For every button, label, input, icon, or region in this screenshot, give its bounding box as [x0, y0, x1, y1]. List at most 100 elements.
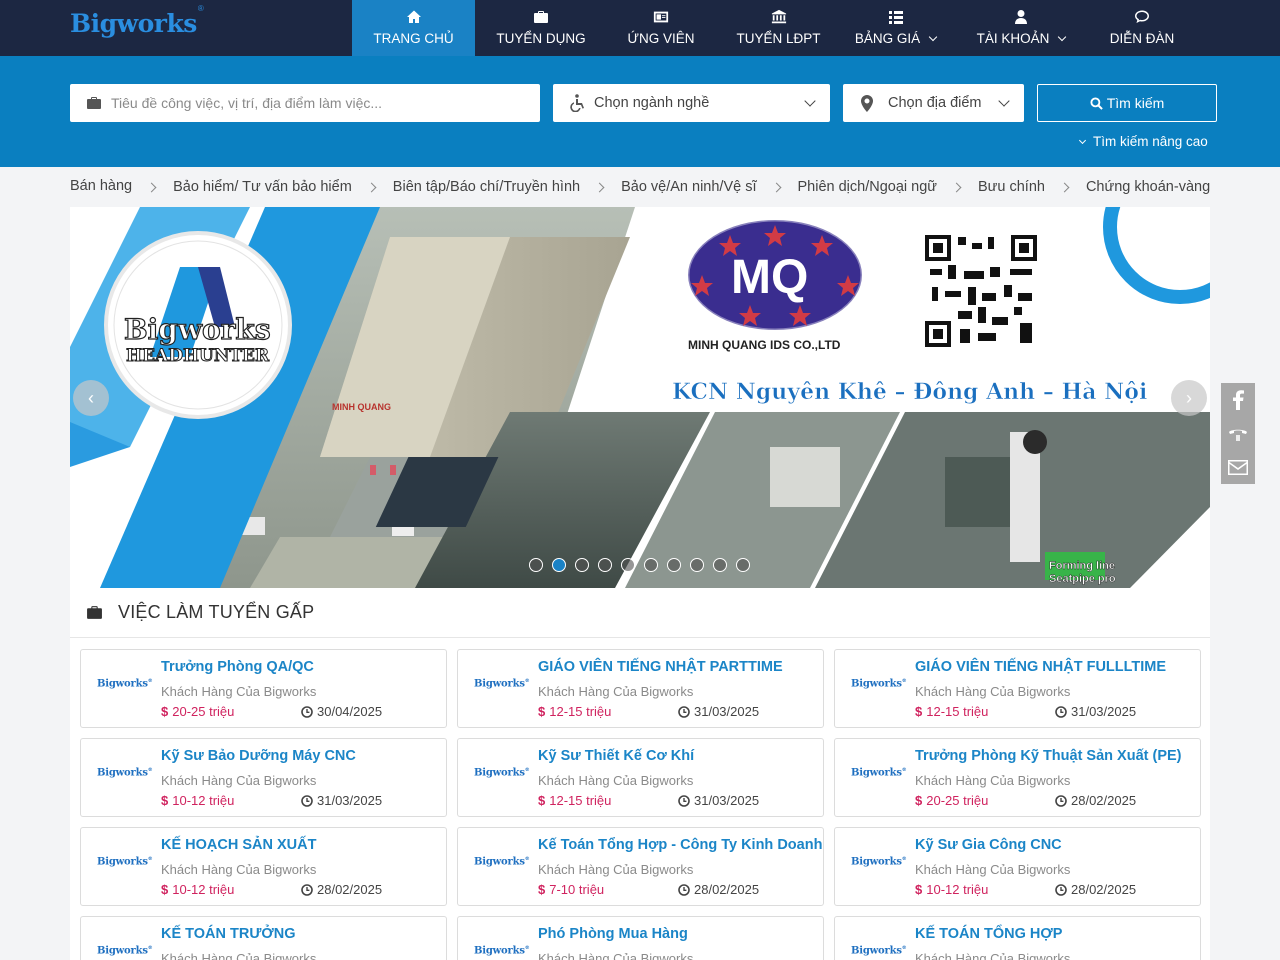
email-icon — [1228, 459, 1248, 475]
company-logo: Bigworks® — [97, 856, 153, 868]
site-logo[interactable]: Bigworks® — [70, 4, 204, 38]
job-title-link[interactable]: Phó Phòng Mua Hàng — [538, 926, 688, 942]
list-icon — [888, 11, 903, 24]
carousel-dot[interactable] — [713, 558, 727, 572]
deadline: 31/03/2025 — [1055, 704, 1136, 719]
company-name: Khách Hàng Của Bigworks — [538, 773, 694, 788]
company-name: Khách Hàng Của Bigworks — [538, 951, 694, 960]
carousel-dot[interactable] — [575, 558, 589, 572]
deadline: 31/03/2025 — [301, 793, 382, 808]
search-button[interactable]: Tìm kiếm — [1037, 84, 1217, 122]
job-title-link[interactable]: Trưởng Phòng QA/QC — [161, 659, 314, 675]
job-card[interactable]: Bigworks® Trưởng Phòng Kỹ Thuật Sản Xuất… — [834, 738, 1201, 817]
category-link[interactable]: Biên tập/Báo chí/Truyền hình — [393, 179, 580, 195]
category-link[interactable]: Chứng khoán-vàng — [1086, 179, 1210, 195]
nav-item-labor[interactable]: TUYỂN LĐPT — [715, 0, 842, 56]
deadline: 28/02/2025 — [1055, 882, 1136, 897]
job-card[interactable]: Bigworks® Kế Toán Tổng Hợp - Công Ty Kin… — [457, 827, 824, 906]
job-title-link[interactable]: KẾ TOÁN TRƯỞNG — [161, 926, 296, 942]
banner-carousel[interactable]: MINH QUANG Bigworks HEADHUNTER MQ MINH Q… — [70, 207, 1210, 588]
carousel-next-button[interactable]: › — [1171, 380, 1207, 416]
carousel-dot[interactable] — [529, 558, 543, 572]
facebook-button[interactable] — [1221, 383, 1255, 417]
dollar-icon: $ — [538, 704, 546, 719]
job-title-link[interactable]: Kỹ Sư Thiết Kế Cơ Khí — [538, 748, 694, 764]
job-card[interactable]: Bigworks® KẾ TOÁN TỔNG HỢP Khách Hàng Củ… — [834, 916, 1201, 960]
category-link[interactable]: Bảo vệ/An ninh/Vệ sĩ — [621, 179, 756, 195]
keyword-search-field[interactable] — [70, 84, 540, 122]
job-title-link[interactable]: Kỹ Sư Bảo Dưỡng Máy CNC — [161, 748, 356, 764]
salary: $10-12 triệu — [161, 793, 235, 808]
category-link[interactable]: Bán hàng — [70, 178, 132, 194]
company-logo: Bigworks® — [851, 678, 907, 690]
nav-item-forum[interactable]: DIỄN ĐÀN — [1093, 0, 1191, 56]
nav-item-pricing[interactable]: BẢNG GIÁ — [842, 0, 949, 56]
nav-item-jobs[interactable]: TUYỂN DỤNG — [475, 0, 607, 56]
nav-item-account[interactable]: TÀI KHOẢN — [949, 0, 1093, 56]
job-card[interactable]: Bigworks® Trưởng Phòng QA/QC Khách Hàng … — [80, 649, 447, 728]
job-title-link[interactable]: GIÁO VIÊN TIẾNG NHẬT FULLLTIME — [915, 659, 1166, 675]
job-title-link[interactable]: Trưởng Phòng Kỹ Thuật Sản Xuất (PE) — [915, 748, 1182, 764]
carousel-dot[interactable] — [552, 558, 566, 572]
company-logo: Bigworks® — [474, 856, 530, 868]
facebook-icon — [1233, 390, 1244, 410]
clock-icon — [301, 883, 313, 896]
deadline: 31/03/2025 — [678, 704, 759, 719]
chevron-down-icon — [1058, 32, 1067, 42]
phone-button[interactable] — [1221, 417, 1255, 451]
category-link[interactable]: Bưu chính — [978, 179, 1045, 195]
job-card[interactable]: Bigworks® Phó Phòng Mua Hàng Khách Hàng … — [457, 916, 824, 960]
nav-item-home[interactable]: TRANG CHỦ — [352, 0, 475, 56]
keyword-search-input[interactable] — [111, 95, 531, 111]
job-title-link[interactable]: Kỹ Sư Gia Công CNC — [915, 837, 1062, 853]
job-card[interactable]: Bigworks® Kỹ Sư Thiết Kế Cơ Khí Khách Hà… — [457, 738, 824, 817]
user-icon — [1015, 10, 1027, 24]
main-nav: TRANG CHỦ TUYỂN DỤNG ỨNG VIÊN TUYỂN LĐPT… — [352, 0, 1191, 56]
phone-icon — [1229, 429, 1247, 441]
clock-icon — [301, 705, 313, 718]
carousel-prev-button[interactable]: ‹ — [73, 380, 109, 416]
advanced-search-link[interactable]: Tìm kiếm nâng cao — [1078, 134, 1208, 149]
company-name: Khách Hàng Của Bigworks — [915, 862, 1071, 877]
job-card[interactable]: Bigworks® Kỹ Sư Bảo Dưỡng Máy CNC Khách … — [80, 738, 447, 817]
category-link[interactable]: Bảo hiểm/ Tư vấn bảo hiểm — [173, 179, 352, 195]
company-name: Khách Hàng Của Bigworks — [161, 862, 317, 877]
company-name: Khách Hàng Của Bigworks — [915, 951, 1071, 960]
dollar-icon: $ — [915, 793, 923, 808]
salary: $12-15 triệu — [915, 704, 989, 719]
nav-item-candidates[interactable]: ỨNG VIÊN — [607, 0, 715, 56]
job-card[interactable]: Bigworks® GIÁO VIÊN TIẾNG NHẬT FULLLTIME… — [834, 649, 1201, 728]
job-card[interactable]: Bigworks® KẾ TOÁN TRƯỞNG Khách Hàng Của … — [80, 916, 447, 960]
job-title-link[interactable]: Kế Toán Tổng Hợp - Công Ty Kinh Doanh — [538, 837, 822, 853]
carousel-dot[interactable] — [667, 558, 681, 572]
industry-select[interactable]: Chọn ngành nghề — [553, 84, 830, 122]
carousel-dot[interactable] — [644, 558, 658, 572]
carousel-dot[interactable] — [690, 558, 704, 572]
id-card-icon — [653, 11, 669, 23]
company-name: Khách Hàng Của Bigworks — [161, 684, 317, 699]
email-button[interactable] — [1221, 450, 1255, 484]
home-icon — [406, 10, 421, 23]
banner-image: MINH QUANG Bigworks HEADHUNTER MQ MINH Q… — [70, 207, 1210, 588]
job-card[interactable]: Bigworks® Kỹ Sư Gia Công CNC Khách Hàng … — [834, 827, 1201, 906]
company-name: Khách Hàng Của Bigworks — [915, 684, 1071, 699]
job-title-link[interactable]: GIÁO VIÊN TIẾNG NHẬT PARTTIME — [538, 659, 783, 675]
company-name: Khách Hàng Của Bigworks — [538, 684, 694, 699]
job-card[interactable]: Bigworks® KẾ HOẠCH SẢN XUẤT Khách Hàng C… — [80, 827, 447, 906]
chat-icon — [1135, 10, 1149, 23]
job-card[interactable]: Bigworks® GIÁO VIÊN TIẾNG NHẬT PARTTIME … — [457, 649, 824, 728]
job-title-link[interactable]: KẾ TOÁN TỔNG HỢP — [915, 926, 1062, 942]
job-title-link[interactable]: KẾ HOẠCH SẢN XUẤT — [161, 837, 316, 853]
company-name: Khách Hàng Của Bigworks — [161, 951, 317, 960]
location-select[interactable]: Chọn địa điểm — [843, 84, 1024, 122]
carousel-dot[interactable] — [621, 558, 635, 572]
dollar-icon: $ — [161, 704, 169, 719]
carousel-dot[interactable] — [598, 558, 612, 572]
search-icon — [1090, 96, 1103, 110]
category-link[interactable]: Phiên dịch/Ngoại ngữ — [798, 179, 938, 195]
banner-factory-sign: MINH QUANG — [332, 402, 391, 412]
clock-icon — [301, 794, 313, 807]
carousel-dot[interactable] — [736, 558, 750, 572]
banner-logo-sub: HEADHUNTER — [126, 346, 270, 366]
clock-icon — [1055, 705, 1067, 718]
